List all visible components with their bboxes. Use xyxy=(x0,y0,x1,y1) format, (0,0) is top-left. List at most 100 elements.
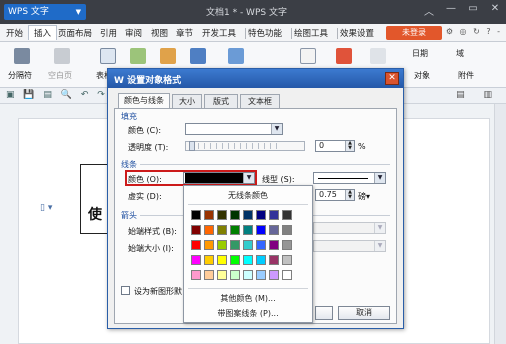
paragraph-marker-icon[interactable]: ▯ ▾ xyxy=(40,203,52,213)
chevron-down-icon[interactable]: ▼ xyxy=(374,241,385,251)
color-swatch[interactable] xyxy=(204,270,214,280)
slider-thumb[interactable] xyxy=(189,141,195,151)
menu-home[interactable]: 开始 xyxy=(6,27,23,39)
login-button[interactable]: 未登录 xyxy=(386,26,442,40)
screenshot-icon[interactable] xyxy=(228,48,244,64)
color-swatch[interactable] xyxy=(204,210,214,220)
dialog-title-bar[interactable]: W 设置对象格式 ✕ xyxy=(108,69,403,88)
line-style-combo[interactable]: ▼ xyxy=(313,172,386,184)
transparency-spinner[interactable]: 0 ▲ ▼ xyxy=(315,140,355,152)
minimize-icon[interactable]: — xyxy=(444,3,458,18)
textbox-icon[interactable] xyxy=(300,48,316,64)
menu-effects[interactable]: 效果设置 xyxy=(340,27,374,39)
color-swatch[interactable] xyxy=(282,240,292,250)
page-break-icon[interactable] xyxy=(14,48,30,64)
app-menu-button[interactable]: WPS 文字 ▼ xyxy=(4,4,86,20)
pattern-line-option[interactable]: 带图案线条 (P)... xyxy=(184,308,312,319)
color-swatch[interactable] xyxy=(269,240,279,250)
color-swatch[interactable] xyxy=(217,270,227,280)
color-swatch[interactable] xyxy=(256,270,266,280)
color-swatch[interactable] xyxy=(256,255,266,265)
color-swatch[interactable] xyxy=(243,270,253,280)
color-swatch[interactable] xyxy=(230,225,240,235)
dialog-close-button[interactable]: ✕ xyxy=(385,72,399,85)
color-swatch[interactable] xyxy=(191,225,201,235)
fill-color-combo[interactable]: ▼ xyxy=(185,123,283,135)
more-colors-option[interactable]: 其他颜色 (M)... xyxy=(184,293,312,304)
tab-textbox[interactable]: 文本框 xyxy=(240,94,280,108)
pane-toggle-icons[interactable]: ▤ ▥ xyxy=(456,90,500,100)
ok-button[interactable] xyxy=(315,306,333,320)
end-size-combo[interactable]: ▼ xyxy=(313,240,386,252)
vertical-scrollbar[interactable] xyxy=(494,104,506,344)
spin-arrows-icon[interactable]: ▲ ▼ xyxy=(345,141,354,151)
color-swatch[interactable] xyxy=(217,210,227,220)
color-swatch[interactable] xyxy=(256,210,266,220)
menu-page-layout[interactable]: 页面布局 xyxy=(58,27,92,39)
color-swatch[interactable] xyxy=(282,270,292,280)
color-swatch[interactable] xyxy=(204,255,214,265)
close-icon[interactable]: ✕ xyxy=(488,3,502,18)
tab-color-lines[interactable]: 颜色与线条 xyxy=(118,93,170,109)
maximize-icon[interactable]: ▭ xyxy=(466,3,480,18)
ribbon-attachment-label[interactable]: 附件 xyxy=(458,70,474,81)
ribbon-object-label[interactable]: 对象 xyxy=(414,70,430,81)
color-swatch[interactable] xyxy=(243,240,253,250)
menu-special-features[interactable]: 特色功能 xyxy=(248,27,282,39)
color-swatch[interactable] xyxy=(243,225,253,235)
picture-icon[interactable] xyxy=(130,48,146,64)
color-swatch[interactable] xyxy=(243,210,253,220)
color-swatch[interactable] xyxy=(191,270,201,280)
blank-page-icon[interactable] xyxy=(54,48,70,64)
color-swatch[interactable] xyxy=(282,210,292,220)
menu-chapter[interactable]: 章节 xyxy=(176,27,193,39)
no-line-color-option[interactable]: 无线条颜色 xyxy=(184,190,312,201)
color-swatch[interactable] xyxy=(217,255,227,265)
color-swatch[interactable] xyxy=(204,240,214,250)
menu-view[interactable]: 视图 xyxy=(151,27,168,39)
color-swatch[interactable] xyxy=(243,255,253,265)
cancel-button[interactable]: 取消 xyxy=(338,306,390,320)
tab-layout[interactable]: 版式 xyxy=(204,94,238,108)
wordart-icon[interactable] xyxy=(336,48,352,64)
color-swatch[interactable] xyxy=(191,240,201,250)
spin-arrows-icon[interactable]: ▲ ▼ xyxy=(345,190,354,200)
ribbon-field-label[interactable]: 域 xyxy=(456,48,464,59)
color-swatch[interactable] xyxy=(230,240,240,250)
menu-right-icons[interactable]: ⚙ ◎ ↻ ? - xyxy=(446,27,502,36)
color-swatch[interactable] xyxy=(230,270,240,280)
color-swatch[interactable] xyxy=(282,225,292,235)
menu-developer[interactable]: 开发工具 xyxy=(202,27,236,39)
chevron-down-icon[interactable]: ▼ xyxy=(374,223,385,233)
ribbon-blank-page-label[interactable]: 空白页 xyxy=(48,70,72,81)
chevron-down-icon[interactable]: ▼ xyxy=(374,173,385,183)
menu-references[interactable]: 引用 xyxy=(100,27,117,39)
color-swatch[interactable] xyxy=(230,210,240,220)
menu-drawing-tools[interactable]: 绘图工具 xyxy=(294,27,328,39)
color-swatch[interactable] xyxy=(269,210,279,220)
chart-icon[interactable] xyxy=(190,48,206,64)
chevron-down-icon[interactable]: ▼ xyxy=(243,173,254,183)
color-swatch[interactable] xyxy=(269,225,279,235)
set-default-checkbox[interactable] xyxy=(121,286,130,295)
color-swatch[interactable] xyxy=(269,255,279,265)
ribbon-date-label[interactable]: 日期 xyxy=(412,48,428,59)
quick-access-icons[interactable]: ▣ 💾 ▤ 🔍 ↶ ↷ ▾ xyxy=(6,90,121,100)
color-swatch[interactable] xyxy=(282,255,292,265)
color-swatch[interactable] xyxy=(191,255,201,265)
color-swatch[interactable] xyxy=(204,225,214,235)
chevron-down-icon[interactable]: ▼ xyxy=(271,124,282,134)
color-swatch[interactable] xyxy=(269,270,279,280)
color-swatch[interactable] xyxy=(256,225,266,235)
menu-review[interactable]: 审阅 xyxy=(125,27,142,39)
collapse-ribbon-icon[interactable]: ︿ xyxy=(422,3,436,18)
shape-icon[interactable] xyxy=(160,48,176,64)
color-swatch[interactable] xyxy=(230,255,240,265)
symbol-icon[interactable] xyxy=(370,48,386,64)
color-swatch[interactable] xyxy=(191,210,201,220)
color-swatch[interactable] xyxy=(256,240,266,250)
color-swatch[interactable] xyxy=(217,225,227,235)
tab-size[interactable]: 大小 xyxy=(172,94,202,108)
line-weight-spinner[interactable]: 0.75 ▲ ▼ xyxy=(315,189,355,201)
color-swatch[interactable] xyxy=(217,240,227,250)
